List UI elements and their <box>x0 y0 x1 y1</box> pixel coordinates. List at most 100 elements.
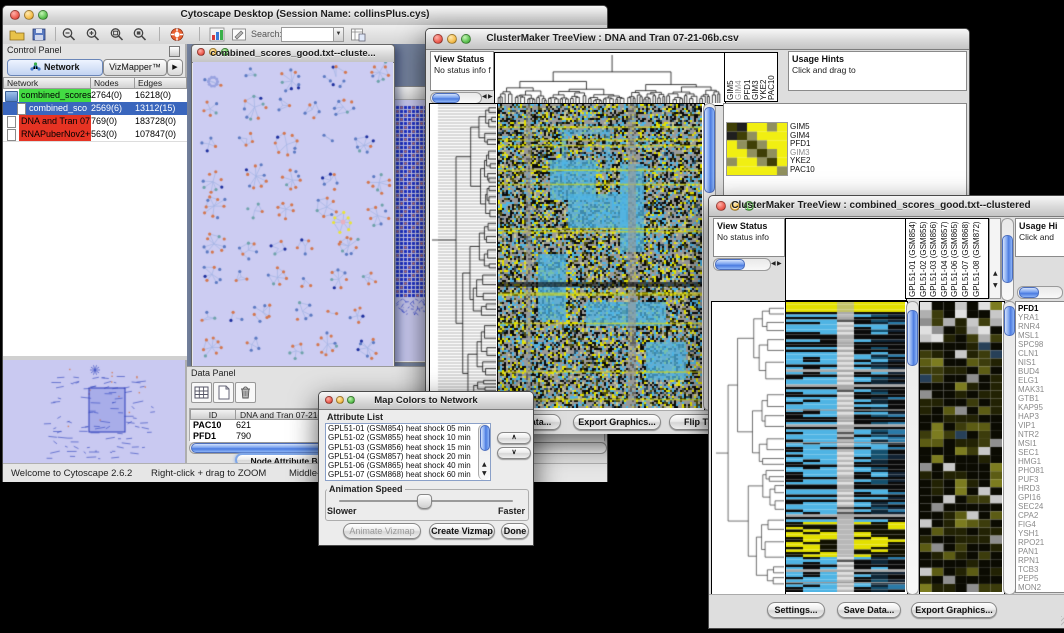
attribute-item[interactable]: GPL51-06 (GSM865) heat shock 40 min <box>326 461 490 470</box>
network-row-icon <box>7 129 16 141</box>
network-view-titlebar[interactable]: combined_scores_good.txt--cluste... <box>192 45 394 63</box>
save-session-icon[interactable] <box>31 27 47 42</box>
scroll-right-icon[interactable]: ▶ <box>488 94 493 100</box>
move-down-button[interactable]: ∨ <box>497 447 531 459</box>
scroll-down-icon[interactable]: ▼ <box>993 283 998 289</box>
speed-slider-thumb[interactable] <box>417 494 432 509</box>
treeview2-titlebar[interactable]: ClusterMaker TreeView : combined_scores_… <box>709 196 1064 217</box>
scroll-left-icon[interactable]: ◀ <box>771 261 776 267</box>
new-attribute-icon[interactable] <box>213 382 234 403</box>
zoom-in-icon[interactable] <box>85 27 101 42</box>
col-id[interactable]: ID <box>190 409 236 420</box>
attribute-item[interactable]: GPL51-03 (GSM856) heat shock 15 min <box>326 443 490 452</box>
col-edges[interactable]: Edges <box>134 77 187 89</box>
tv1-array-tree-panel[interactable] <box>494 52 726 106</box>
search-dropdown-button[interactable]: ▼ <box>333 27 344 42</box>
network-row[interactable]: DNA and Tran 07 769(0) 183728(0) <box>3 115 187 128</box>
scroll-down-icon[interactable]: ▼ <box>482 471 487 477</box>
network-row-edges: 16218(0) <box>135 89 185 102</box>
tv1-zoom-matrix[interactable] <box>726 122 788 176</box>
attribute-list-label: Attribute List <box>327 412 383 422</box>
scrollbar-thumb[interactable] <box>1004 306 1015 336</box>
settings-button[interactable]: Settings... <box>767 602 825 618</box>
done-button[interactable]: Done <box>501 523 529 539</box>
scrollbar-thumb[interactable] <box>1002 235 1013 283</box>
tab-vizmapper[interactable]: VizMapper™ <box>103 59 167 76</box>
tv2-label-arrows: ▲ ▼ <box>989 218 1001 299</box>
network-row-icon <box>7 116 16 128</box>
birdseye-view[interactable] <box>3 360 185 463</box>
scrollbar-thumb[interactable] <box>1019 287 1039 298</box>
help-lifering-icon[interactable] <box>169 27 185 42</box>
create-vizmap-button[interactable]: Create Vizmap <box>429 523 495 539</box>
attribute-listbox[interactable]: GPL51-01 (GSM854) heat shock 05 minGPL51… <box>325 423 491 481</box>
animate-vizmap-button[interactable]: Animate Vizmap <box>343 523 421 539</box>
col-network[interactable]: Network <box>3 77 91 89</box>
network-row-edges: 183728(0) <box>135 115 185 128</box>
network-canvas[interactable] <box>193 62 393 366</box>
attribute-browser-icon[interactable] <box>350 27 366 42</box>
gene-label: PFD1 <box>790 140 830 149</box>
attribute-item[interactable]: GPL51-07 (GSM868) heat shock 60 min <box>326 470 490 479</box>
move-up-button[interactable]: ∧ <box>497 432 531 444</box>
tv2-gene-tree-panel[interactable] <box>711 301 787 595</box>
tv2-labels-vscrollbar[interactable] <box>1001 218 1014 301</box>
open-session-icon[interactable] <box>9 27 25 42</box>
main-titlebar[interactable]: Cytoscape Desktop (Session Name: collins… <box>3 6 607 26</box>
tab-more-arrow[interactable]: ▶ <box>167 59 183 76</box>
vizmap-icon[interactable] <box>209 27 225 42</box>
scroll-up-icon[interactable]: ▲ <box>482 462 487 468</box>
scrollbar-thumb[interactable] <box>715 259 745 270</box>
tv2-genetree-hscrollbar[interactable] <box>713 258 771 271</box>
attribute-list-vscrollbar[interactable]: ▲ ▼ <box>478 424 490 480</box>
network-row-name: combined_sco <box>27 102 91 115</box>
zoom-fit-icon[interactable] <box>109 27 125 42</box>
gene-label: MSL1 <box>1018 331 1064 340</box>
dialog-title: Map Colors to Network <box>319 395 533 406</box>
attribute-item[interactable]: GPL51-04 (GSM857) heat shock 20 min <box>326 452 490 461</box>
col-nodes[interactable]: Nodes <box>90 77 135 89</box>
tv2-array-tree-panel[interactable] <box>785 218 907 301</box>
map-colors-dialog: Map Colors to Network Attribute List GPL… <box>318 391 534 546</box>
scroll-up-icon[interactable]: ▲ <box>993 271 998 277</box>
search-input[interactable] <box>281 27 335 42</box>
delete-attribute-icon[interactable] <box>235 382 256 403</box>
scrollbar-thumb[interactable] <box>704 107 715 193</box>
table-grid-icon[interactable] <box>191 382 212 403</box>
tv2-heatmap-panel[interactable] <box>785 301 908 595</box>
grid-network-canvas[interactable] <box>394 100 429 361</box>
tv2-zoom-panel[interactable] <box>919 301 1005 595</box>
export-graphics-button[interactable]: Export Graphics... <box>573 414 661 430</box>
scrollbar-thumb[interactable] <box>907 310 918 366</box>
network-row[interactable]: RNAPuberNov2+ 563(0) 107847(0) <box>3 128 187 141</box>
scroll-right-icon[interactable]: ▶ <box>777 261 782 267</box>
network-row[interactable]: combined_scores 2764(0) 16218(0) <box>3 89 187 102</box>
save-data-button[interactable]: Save Data... <box>837 602 901 618</box>
zoom-out-icon[interactable] <box>61 27 77 42</box>
dialog-titlebar[interactable]: Map Colors to Network <box>319 392 533 410</box>
tv2-zoom-hscrollbar[interactable] <box>1017 286 1063 299</box>
gene-label: MON2 <box>1018 583 1064 592</box>
tv1-gene-tree-panel[interactable] <box>429 103 499 411</box>
gene-label: GTB1 <box>1018 394 1064 403</box>
scrollbar-thumb[interactable] <box>480 425 490 451</box>
tab-network[interactable]: Network <box>7 59 103 76</box>
float-panel-icon[interactable] <box>169 46 180 57</box>
zoom-selected-icon[interactable] <box>132 27 148 42</box>
attribute-item[interactable]: GPL51-02 (GSM855) heat shock 10 min <box>326 433 490 442</box>
tv2-heatmap-vscrollbar[interactable] <box>906 301 919 595</box>
network-row[interactable]: combined_sco 2569(6) 13112(15) <box>3 102 187 115</box>
treeview1-titlebar[interactable]: ClusterMaker TreeView : DNA and Tran 07-… <box>426 29 969 50</box>
gene-label: VIP1 <box>1018 421 1064 430</box>
usage-hints-title: Usage Hints <box>792 54 966 64</box>
tv1-heatmap-panel[interactable] <box>497 103 705 411</box>
annotation-icon[interactable] <box>231 27 247 42</box>
scrollbar-thumb[interactable] <box>432 93 460 103</box>
attribute-item[interactable]: GPL51-01 (GSM854) heat shock 05 min <box>326 424 490 433</box>
gene-label: ELG1 <box>1018 376 1064 385</box>
export-graphics-button[interactable]: Export Graphics... <box>911 602 997 618</box>
gene-label: GIM5 <box>790 123 830 132</box>
tv2-button-bar: Settings... Save Data... Export Graphics… <box>709 594 1064 628</box>
scroll-left-icon[interactable]: ◀ <box>482 94 487 100</box>
faster-label: Faster <box>498 506 525 516</box>
